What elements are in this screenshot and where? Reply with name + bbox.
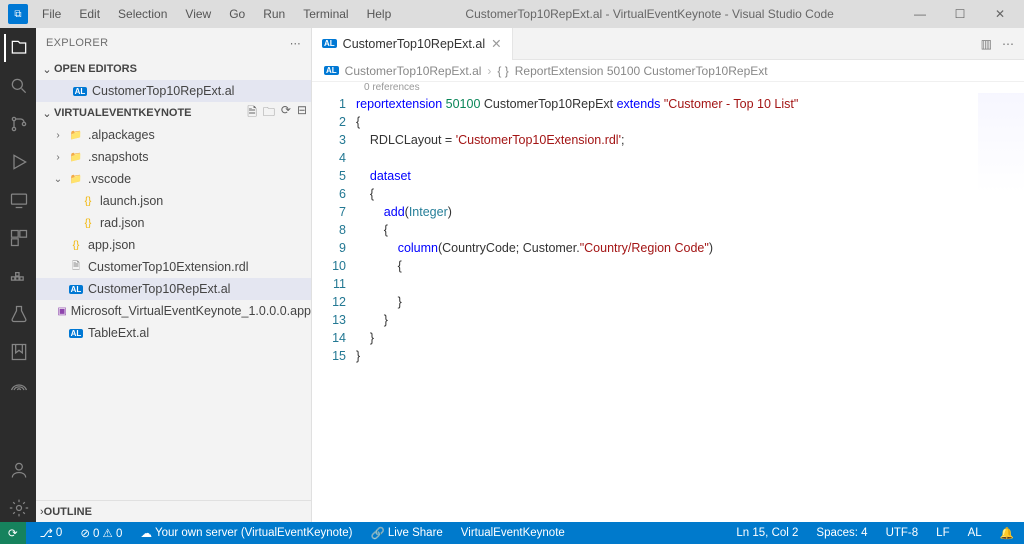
editor-area: AL CustomerTop10RepExt.al ✕ ▥ ⋯ AL Custo… — [312, 28, 1024, 522]
sync-icon: ⟳ — [8, 526, 18, 540]
sidebar-title: EXPLORER — [46, 37, 108, 49]
status-item[interactable]: ☁Your own server (VirtualEventKeynote) — [136, 526, 356, 540]
status-item[interactable]: 🔔 — [996, 526, 1018, 540]
outline-label: OUTLINE — [44, 506, 92, 518]
tree-item[interactable]: {} rad.json — [36, 212, 311, 234]
activity-bar — [0, 28, 36, 522]
menu-item-help[interactable]: Help — [359, 5, 400, 23]
title-bar: ⧉ FileEditSelectionViewGoRunTerminalHelp… — [0, 0, 1024, 28]
tree-item[interactable]: ›📁 .alpackages — [36, 124, 311, 146]
sidebar-header: EXPLORER ⋯ — [36, 28, 311, 58]
new-file-icon[interactable]: 🗎 — [247, 103, 257, 124]
breadcrumb-file: CustomerTop10RepExt.al — [345, 64, 482, 78]
chevron-right-icon: › — [487, 64, 491, 78]
al-file-icon: AL — [324, 66, 339, 75]
menu-item-file[interactable]: File — [34, 5, 69, 23]
status-bar: ⟳ ⎇0 ⊘0 ⚠ 0 ☁Your own server (VirtualEvent… — [0, 522, 1024, 544]
status-item[interactable]: ⊘0 ⚠ 0 — [76, 526, 126, 540]
vscode-logo-icon: ⧉ — [8, 4, 28, 24]
tree-item[interactable]: ›📁 .snapshots — [36, 146, 311, 168]
more-actions-icon[interactable]: ⋯ — [1002, 37, 1014, 51]
codelens[interactable]: 0 references — [312, 82, 1024, 93]
code-editor[interactable]: 123456789101112131415 reportextension 50… — [312, 93, 1024, 522]
outline-section[interactable]: › OUTLINE — [36, 500, 311, 522]
al-file-icon: AL — [322, 39, 337, 48]
settings-icon[interactable] — [4, 494, 32, 522]
window-title: CustomerTop10RepExt.al - VirtualEventKey… — [399, 7, 900, 21]
menu-item-view[interactable]: View — [177, 5, 219, 23]
open-editors-label: OPEN EDITORS — [54, 63, 137, 75]
chevron-down-icon: ⌄ — [40, 63, 54, 76]
menu-bar: FileEditSelectionViewGoRunTerminalHelp — [34, 5, 399, 23]
tab-filename: CustomerTop10RepExt.al — [343, 37, 485, 51]
sidebar: EXPLORER ⋯ ⌄ OPEN EDITORS AL CustomerTop… — [36, 28, 312, 522]
status-item[interactable]: 🔗Live Share — [366, 526, 446, 540]
refresh-icon[interactable]: ⟳ — [281, 103, 291, 124]
workspace-section[interactable]: ⌄ VIRTUALEVENTKEYNOTE 🗎 🗀 ⟳ ⊟ — [36, 102, 311, 124]
status-item[interactable]: Spaces: 4 — [812, 526, 871, 540]
tree-item[interactable]: AL TableExt.al — [36, 322, 311, 344]
breadcrumb-symbol: ReportExtension 50100 CustomerTop10RepEx… — [515, 64, 768, 78]
tree-item[interactable]: {} launch.json — [36, 190, 311, 212]
docker-icon[interactable] — [4, 262, 32, 290]
symbol-icon: { } — [497, 64, 508, 78]
editor-tabs: AL CustomerTop10RepExt.al ✕ ▥ ⋯ — [312, 28, 1024, 60]
tree-item[interactable]: ▣ Microsoft_VirtualEventKeynote_1.0.0.0.… — [36, 300, 311, 322]
minimize-button[interactable]: — — [900, 7, 940, 21]
run-debug-icon[interactable] — [4, 148, 32, 176]
bookmark-icon[interactable] — [4, 338, 32, 366]
workspace-tree: ›📁 .alpackages›📁 .snapshots⌄📁 .vscode{} … — [36, 124, 311, 500]
menu-item-run[interactable]: Run — [255, 5, 293, 23]
status-item[interactable]: Ln 15, Col 2 — [732, 526, 802, 540]
menu-item-terminal[interactable]: Terminal — [295, 5, 356, 23]
explorer-icon[interactable] — [4, 34, 32, 62]
workspace-actions: 🗎 🗀 ⟳ ⊟ — [247, 103, 307, 124]
breadcrumb[interactable]: AL CustomerTop10RepExt.al › { } ReportEx… — [312, 60, 1024, 82]
sidebar-more-icon[interactable]: ⋯ — [290, 37, 301, 50]
line-gutter: 123456789101112131415 — [312, 95, 356, 522]
status-item[interactable]: AL — [964, 526, 986, 540]
close-tab-icon[interactable]: ✕ — [491, 36, 501, 51]
status-item[interactable]: VirtualEventKeynote — [457, 526, 569, 540]
tree-item[interactable]: ⌄📁 .vscode — [36, 168, 311, 190]
search-icon[interactable] — [4, 72, 32, 100]
code-text[interactable]: reportextension 50100 CustomerTop10RepEx… — [356, 95, 1024, 522]
close-button[interactable]: ✕ — [980, 7, 1020, 21]
editor-tab[interactable]: AL CustomerTop10RepExt.al ✕ — [312, 28, 513, 60]
open-editors-section[interactable]: ⌄ OPEN EDITORS — [36, 58, 311, 80]
extensions-icon[interactable] — [4, 224, 32, 252]
source-control-icon[interactable] — [4, 110, 32, 138]
open-editor-item[interactable]: AL CustomerTop10RepExt.al — [36, 80, 311, 102]
tree-item[interactable]: AL CustomerTop10RepExt.al — [36, 278, 311, 300]
tree-item[interactable]: 🗎 CustomerTop10Extension.rdl — [36, 256, 311, 278]
window-controls: — ☐ ✕ — [900, 7, 1020, 21]
testing-icon[interactable] — [4, 300, 32, 328]
maximize-button[interactable]: ☐ — [940, 7, 980, 21]
workspace-label: VIRTUALEVENTKEYNOTE — [54, 107, 192, 119]
remote-icon[interactable] — [4, 186, 32, 214]
remote-indicator[interactable]: ⟳ — [0, 522, 26, 544]
split-editor-icon[interactable]: ▥ — [981, 37, 992, 51]
menu-item-go[interactable]: Go — [221, 5, 253, 23]
status-item[interactable]: ⎇0 — [36, 526, 67, 540]
status-item[interactable]: LF — [932, 526, 953, 540]
open-editors-tree: AL CustomerTop10RepExt.al — [36, 80, 311, 102]
collapse-icon[interactable]: ⊟ — [297, 103, 307, 124]
chevron-down-icon: ⌄ — [40, 107, 54, 120]
menu-item-selection[interactable]: Selection — [110, 5, 175, 23]
tree-item[interactable]: {} app.json — [36, 234, 311, 256]
minimap[interactable] — [978, 93, 1024, 193]
menu-item-edit[interactable]: Edit — [71, 5, 108, 23]
remote-explorer-icon[interactable] — [4, 376, 32, 404]
accounts-icon[interactable] — [4, 456, 32, 484]
status-item[interactable]: UTF-8 — [882, 526, 923, 540]
new-folder-icon[interactable]: 🗀 — [263, 103, 275, 124]
